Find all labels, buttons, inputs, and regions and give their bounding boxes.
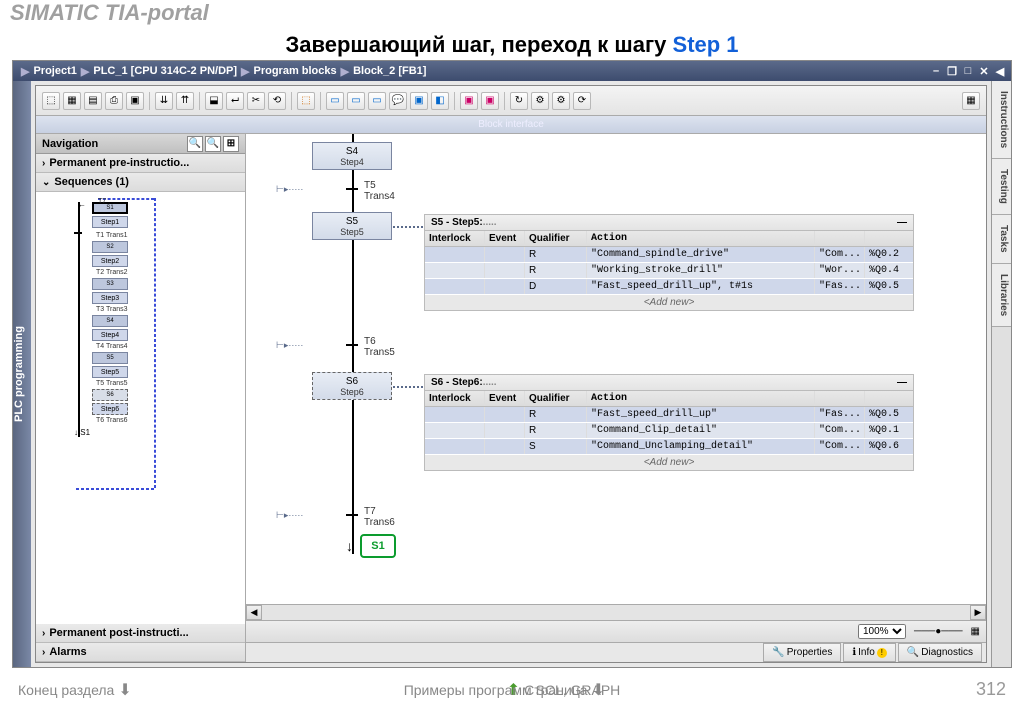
tb-icon[interactable]: 💬 bbox=[389, 92, 407, 110]
tab-info[interactable]: ℹInfo ! bbox=[843, 643, 896, 662]
nav-post-instructions[interactable]: ›Permanent post-instructi... bbox=[36, 624, 245, 643]
tb-icon[interactable]: ⟲ bbox=[268, 92, 286, 110]
minimize-icon[interactable]: – bbox=[929, 64, 943, 78]
breadcrumb-item[interactable]: Block_2 [FB1] bbox=[353, 65, 426, 77]
tb-icon[interactable]: ▣ bbox=[410, 92, 428, 110]
horizontal-scrollbar[interactable]: ◀▶ bbox=[246, 604, 986, 620]
tb-icon[interactable]: ⟳ bbox=[573, 92, 591, 110]
breadcrumb-item[interactable]: Project1 bbox=[33, 65, 76, 77]
action-block-s6[interactable]: S6 - Step6: .....— Interlock Event Quali… bbox=[424, 374, 914, 471]
trans-marker[interactable]: ⊢▸····· bbox=[276, 184, 303, 195]
tb-icon[interactable]: ▭ bbox=[347, 92, 365, 110]
trans-marker[interactable]: ⊢▸····· bbox=[276, 510, 303, 521]
toolbar: ⬚ ▦ ▤ ⎙ ▣ ⇊ ⇈ ⬓ ⮠ ✂ ⟲ ⬚ ▭ bbox=[36, 86, 986, 116]
tab-diagnostics[interactable]: 🔍Diagnostics bbox=[898, 643, 982, 662]
action-row[interactable]: R"Working_stroke_drill""Wor...%Q0.4 bbox=[425, 263, 913, 279]
tb-icon[interactable]: ▤ bbox=[84, 92, 102, 110]
action-block-s5[interactable]: S5 - Step5: .....— Interlock Event Quali… bbox=[424, 214, 914, 311]
breadcrumb-item[interactable]: PLC_1 [CPU 314C-2 PN/DP] bbox=[93, 65, 237, 77]
close-icon[interactable]: ✕ bbox=[977, 64, 991, 78]
tb-icon[interactable]: ▦ bbox=[962, 92, 980, 110]
step-s4[interactable]: S4Step4 bbox=[312, 142, 392, 170]
action-row[interactable]: R"Fast_speed_drill_up""Fas...%Q0.5 bbox=[425, 407, 913, 423]
maximize-icon[interactable]: □ bbox=[961, 64, 975, 78]
tb-icon[interactable]: ⎙ bbox=[105, 92, 123, 110]
tb-icon[interactable]: ▣ bbox=[126, 92, 144, 110]
trans-marker[interactable]: ⊢▸····· bbox=[276, 340, 303, 351]
tb-icon[interactable]: ⚙ bbox=[531, 92, 549, 110]
step-s5[interactable]: S5Step5 bbox=[312, 212, 392, 240]
nav-header: Navigation 🔍 🔍 ⊞ bbox=[36, 134, 245, 154]
tb-icon[interactable]: ▭ bbox=[368, 92, 386, 110]
app-header: SIMATIC TIA-portal bbox=[10, 0, 209, 26]
breadcrumb-item[interactable]: Program blocks bbox=[253, 65, 336, 77]
block-interface-bar[interactable]: Block interface bbox=[36, 116, 986, 134]
tb-icon[interactable]: ✂ bbox=[247, 92, 265, 110]
zoom-slider[interactable]: ───●─── bbox=[914, 626, 963, 637]
nav-sequences[interactable]: ⌄Sequences (1) bbox=[36, 173, 245, 192]
tb-icon[interactable]: ⬚ bbox=[42, 92, 60, 110]
zoom-out-icon[interactable]: 🔍 bbox=[205, 136, 221, 152]
action-row[interactable]: S"Command_Unclamping_detail""Com...%Q0.6 bbox=[425, 439, 913, 455]
tb-icon[interactable]: ↻ bbox=[510, 92, 528, 110]
tb-icon[interactable]: ⚙ bbox=[552, 92, 570, 110]
action-row[interactable]: D"Fast_speed_drill_up", t#1s"Fas...%Q0.5 bbox=[425, 279, 913, 295]
step-s6[interactable]: S6Step6 bbox=[312, 372, 392, 400]
zoom-select[interactable]: 100% bbox=[858, 624, 906, 639]
tb-icon[interactable]: ▦ bbox=[63, 92, 81, 110]
tb-icon[interactable]: ⬓ bbox=[205, 92, 223, 110]
breadcrumb: ▶ Project1 ▶ PLC_1 [CPU 314C-2 PN/DP] ▶ … bbox=[13, 61, 1011, 81]
jump-s1[interactable]: S1 bbox=[360, 534, 396, 558]
nav-tree[interactable]: ← T7 S1 Step1 T1 Trans1 S2 Step2 T2 Tran… bbox=[36, 192, 245, 624]
footer: Конец раздела⬇ Примеры программ SCL, GRA… bbox=[0, 679, 1024, 700]
tab-tasks[interactable]: Tasks bbox=[992, 215, 1011, 264]
app-window: ▶ Project1 ▶ PLC_1 [CPU 314C-2 PN/DP] ▶ … bbox=[12, 60, 1012, 668]
add-new-action[interactable]: <Add new> bbox=[425, 455, 913, 470]
zoom-fit-icon[interactable]: ⊞ bbox=[223, 136, 239, 152]
action-row[interactable]: R"Command_Clip_detail""Com...%Q0.1 bbox=[425, 423, 913, 439]
tb-icon[interactable]: ▣ bbox=[481, 92, 499, 110]
collapse-right-icon[interactable]: ◀ bbox=[993, 64, 1007, 78]
tb-icon[interactable]: ⇊ bbox=[155, 92, 173, 110]
tb-icon[interactable]: ◧ bbox=[431, 92, 449, 110]
zoom-in-icon[interactable]: 🔍 bbox=[187, 136, 203, 152]
tab-libraries[interactable]: Libraries bbox=[992, 264, 1011, 327]
tb-icon[interactable]: ▭ bbox=[326, 92, 344, 110]
action-row[interactable]: R"Command_spindle_drive""Com...%Q0.2 bbox=[425, 247, 913, 263]
tab-instructions[interactable]: Instructions bbox=[992, 81, 1011, 159]
arrow-down-icon: ⬇ bbox=[118, 680, 131, 700]
left-rail-plc[interactable]: PLC programming bbox=[13, 81, 31, 667]
overview-icon[interactable]: ▦ bbox=[971, 626, 980, 637]
graph-editor-canvas[interactable]: S4Step4 T5Trans4 ⊢▸····· S5Step5 T6T bbox=[246, 134, 986, 604]
restore-icon[interactable]: ❐ bbox=[945, 64, 959, 78]
tab-testing[interactable]: Testing bbox=[992, 159, 1011, 215]
tb-icon[interactable]: ⬚ bbox=[297, 92, 315, 110]
collapse-icon[interactable]: — bbox=[897, 217, 907, 228]
tb-icon[interactable]: ⮠ bbox=[226, 92, 244, 110]
tab-properties[interactable]: 🔧Properties bbox=[763, 643, 841, 662]
tb-icon[interactable]: ▣ bbox=[460, 92, 478, 110]
page-title: Завершающий шаг, переход к шагу Step 1 bbox=[0, 32, 1024, 58]
page-number: 312 bbox=[976, 679, 1006, 700]
nav-pre-instructions[interactable]: ›Permanent pre-instructio... bbox=[36, 154, 245, 173]
add-new-action[interactable]: <Add new> bbox=[425, 295, 913, 310]
tb-icon[interactable]: ⇈ bbox=[176, 92, 194, 110]
collapse-icon[interactable]: — bbox=[897, 377, 907, 388]
nav-alarms[interactable]: ›Alarms bbox=[36, 643, 245, 662]
